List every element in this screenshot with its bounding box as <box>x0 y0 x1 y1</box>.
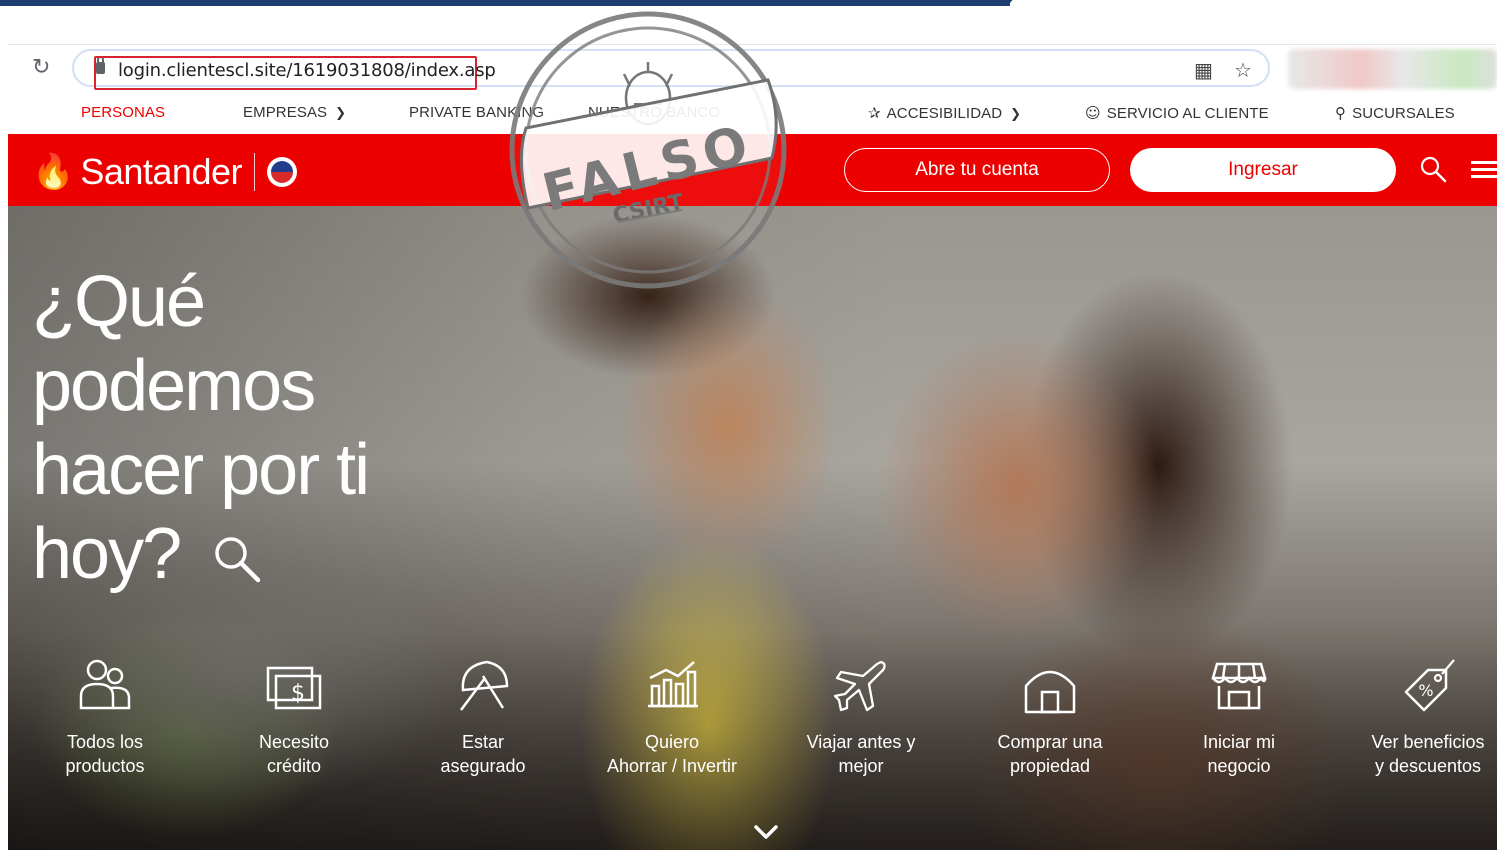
quick-link-credit[interactable]: $ Necesito crédito <box>204 656 384 778</box>
url-text[interactable]: login.clientescl.site/1619031808/index.a… <box>118 60 496 81</box>
quick-link-business[interactable]: Iniciar mi negocio <box>1149 656 1329 778</box>
people-icon <box>79 659 131 710</box>
location-pin-icon: ⚲ <box>1335 104 1347 122</box>
logo-divider <box>253 153 255 191</box>
nav-accesibilidad-label: ACCESIBILIDAD <box>886 105 1003 122</box>
quick-link-insurance[interactable]: Estar asegurado <box>393 656 573 778</box>
nav-servicio-label: SERVICIO AL CLIENTE <box>1106 105 1269 122</box>
chevron-down-icon: ❯ <box>1010 107 1022 122</box>
falso-csirt-stamp: FALSO CSIRT <box>509 11 787 289</box>
user-icon: ☺ <box>1085 104 1101 122</box>
open-account-button[interactable]: Abre tu cuenta <box>844 148 1110 192</box>
quick-link-label: Iniciar mi negocio <box>1202 732 1275 776</box>
quick-link-label: Quiero Ahorrar / Invertir <box>606 732 738 776</box>
svg-text:%: % <box>1418 681 1433 700</box>
bookmark-star-icon[interactable]: ☆ <box>1234 58 1252 82</box>
chart-icon <box>648 661 698 708</box>
search-icon[interactable] <box>208 530 266 588</box>
quick-link-label: Estar asegurado <box>440 732 526 776</box>
hero-headline[interactable]: ¿Qué podemos hacer por ti hoy? <box>32 260 492 596</box>
quick-link-label: Comprar una propiedad <box>997 732 1103 776</box>
nav-accesibilidad[interactable]: ✰ ACCESIBILIDAD ❯ <box>868 104 1021 122</box>
quick-link-travel[interactable]: Viajar antes y mejor <box>771 656 951 778</box>
chile-seal-icon <box>266 157 297 187</box>
quick-link-invest[interactable]: Quiero Ahorrar / Invertir <box>582 656 762 778</box>
chevron-down-icon: ❯ <box>335 106 347 121</box>
login-button[interactable]: Ingresar <box>1130 148 1396 192</box>
scroll-down-chevron-icon[interactable] <box>751 822 781 842</box>
flame-icon: 🔥 <box>32 152 75 192</box>
quick-link-label: Necesito crédito <box>258 732 330 776</box>
umbrella-icon <box>460 660 509 711</box>
house-icon <box>1024 670 1076 714</box>
quick-link-label: Todos los productos <box>65 732 145 776</box>
quick-link-property[interactable]: Comprar una propiedad <box>960 656 1140 778</box>
nav-servicio-cliente[interactable]: ☺ SERVICIO AL CLIENTE <box>1085 104 1269 122</box>
quick-link-products[interactable]: Todos los productos <box>15 656 195 778</box>
nav-empresas[interactable]: EMPRESAS ❯ <box>243 104 346 121</box>
blurred-extensions-area <box>1288 49 1497 89</box>
store-icon <box>1211 662 1267 710</box>
accessibility-icon: ✰ <box>868 104 881 122</box>
santander-logo[interactable]: 🔥 Santander <box>32 151 297 192</box>
search-icon[interactable] <box>1418 154 1448 184</box>
nav-empresas-label: EMPRESAS <box>243 104 328 121</box>
nav-sucursales[interactable]: ⚲ SUCURSALES <box>1335 104 1455 122</box>
qr-code-icon[interactable]: ▦ <box>1194 58 1213 82</box>
svg-text:$: $ <box>291 681 305 706</box>
hero-banner: ¿Qué podemos hacer por ti hoy? Todos los… <box>8 206 1497 850</box>
menu-icon[interactable] <box>1471 161 1497 179</box>
nav-personas[interactable]: PERSONAS <box>81 104 165 121</box>
tag-icon: % <box>1404 659 1455 712</box>
quick-link-label: Ver beneficios y descuentos <box>1371 732 1485 776</box>
money-icon: $ <box>266 666 322 710</box>
nav-sucursales-label: SUCURSALES <box>1352 105 1455 122</box>
plane-icon <box>833 660 886 712</box>
brand-name: Santander <box>80 151 242 192</box>
hero-headline-text: ¿Qué podemos hacer por ti hoy? <box>32 262 370 594</box>
reload-icon[interactable]: ↻ <box>32 55 50 80</box>
quick-link-benefits[interactable]: % Ver beneficios y descuentos <box>1338 656 1497 778</box>
quick-link-label: Viajar antes y mejor <box>806 732 916 776</box>
top-banner-strip <box>0 0 1010 6</box>
